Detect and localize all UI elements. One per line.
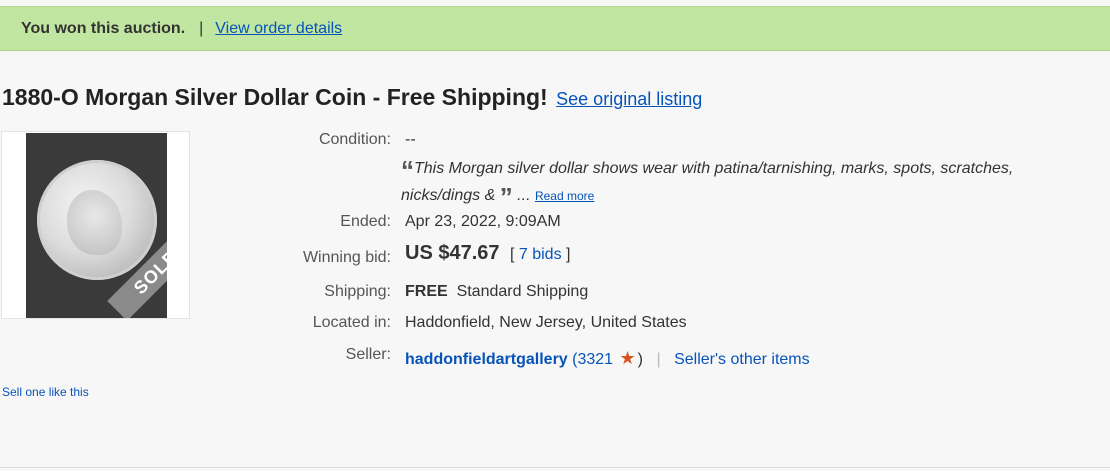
listing-title-row: 1880-O Morgan Silver Dollar Coin - Free … [2, 84, 702, 111]
shipping-method: Standard Shipping [456, 283, 589, 300]
sellers-other-items-link[interactable]: Seller's other items [674, 351, 810, 368]
open-quote: “ [401, 155, 414, 185]
seller-info: haddonfieldartgallery (3321 ★) | Seller'… [405, 348, 810, 369]
bid-history-link[interactable]: 7 bids [519, 246, 562, 263]
winning-bid-amount: US $47.67 [405, 242, 500, 264]
item-image-frame[interactable]: SOLD [1, 131, 190, 319]
feedback-close-paren: ) [637, 351, 643, 368]
description-text: This Morgan silver dollar shows wear wit… [401, 160, 1014, 204]
see-original-listing-link[interactable]: See original listing [556, 89, 702, 109]
condition-label: Condition: [318, 131, 391, 148]
item-photo[interactable]: SOLD [26, 133, 167, 318]
ended-value: Apr 23, 2022, 9:09AM [405, 213, 561, 231]
winning-bid-label: Winning bid: [302, 249, 391, 266]
winning-bid-row: US $47.67 [ 7 bids ] [405, 242, 570, 265]
auction-won-message: You won this auction. [21, 19, 186, 37]
seller-label: Seller: [345, 346, 391, 363]
shipping-label: Shipping: [324, 283, 391, 300]
ended-label: Ended: [340, 213, 391, 230]
seller-separator: | [656, 351, 661, 368]
coin-image [37, 160, 157, 280]
auction-status-banner: You won this auction. | View order detai… [0, 6, 1110, 51]
item-description: “This Morgan silver dollar shows wear wi… [401, 156, 1091, 210]
ended-time: , 9:09AM [496, 213, 561, 230]
feedback-star-icon: ★ [619, 348, 636, 368]
bottom-divider [0, 467, 1110, 468]
seller-name-link[interactable]: haddonfieldartgallery [405, 351, 568, 368]
ended-date: Apr 23, 2022 [405, 213, 497, 230]
shipping-value: FREE Standard Shipping [405, 283, 588, 301]
listing-title: 1880-O Morgan Silver Dollar Coin - Free … [2, 84, 548, 110]
location-value: Haddonfield, New Jersey, United States [405, 314, 687, 331]
bids-open-bracket: [ [509, 246, 515, 263]
condition-value: -- [405, 131, 416, 148]
location-label: Located in: [312, 314, 391, 331]
shipping-free: FREE [405, 283, 448, 300]
description-ellipsis: ... [517, 187, 531, 204]
feedback-score[interactable]: 3321 [577, 351, 613, 368]
view-order-details-link[interactable]: View order details [215, 20, 342, 38]
close-quote: ” [499, 182, 513, 212]
bids-close-bracket: ] [566, 246, 571, 263]
sell-one-like-this-link[interactable]: Sell one like this [2, 385, 89, 399]
read-more-link[interactable]: Read more [535, 189, 594, 203]
seller-feedback[interactable]: (3321 ★) [572, 348, 647, 368]
coin-portrait [67, 190, 122, 255]
banner-separator: | [199, 19, 204, 37]
